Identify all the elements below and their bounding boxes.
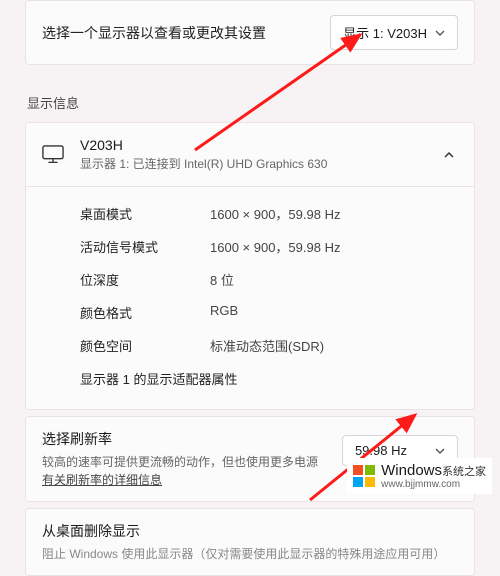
prop-value: RGB	[210, 303, 238, 322]
watermark-brand: Windows	[381, 462, 442, 479]
prop-value: 1600 × 900，59.98 Hz	[210, 204, 340, 223]
display-name: V203H	[80, 137, 424, 153]
prop-label: 活动信号模式	[80, 237, 210, 256]
refresh-rate-info-link[interactable]: 有关刷新率的详细信息	[42, 473, 162, 487]
remove-display-title: 从桌面删除显示	[42, 521, 458, 541]
remove-display-card: 从桌面删除显示 阻止 Windows 使用此显示器（仅对需要使用此显示器的特殊用…	[25, 508, 475, 576]
display-properties: 桌面模式 1600 × 900，59.98 Hz 活动信号模式 1600 × 9…	[26, 187, 474, 409]
prop-row: 颜色空间 标准动态范围(SDR)	[80, 329, 458, 362]
prop-row: 活动信号模式 1600 × 900，59.98 Hz	[80, 230, 458, 263]
watermark: Windows系统之家 www.bjjmmw.com	[347, 458, 492, 494]
display-connection: 显示器 1: 已连接到 Intel(R) UHD Graphics 630	[80, 155, 424, 172]
collapse-button[interactable]	[440, 146, 458, 164]
display-selector-dropdown[interactable]: 显示 1: V203H	[330, 15, 458, 50]
remove-display-desc: 阻止 Windows 使用此显示器（仅对需要使用此显示器的特殊用途应用可用）	[42, 545, 458, 563]
display-selector-label: 选择一个显示器以查看或更改其设置	[42, 23, 266, 43]
chevron-down-icon	[435, 446, 445, 456]
refresh-rate-value: 59.98 Hz	[355, 443, 407, 458]
monitor-icon	[42, 145, 64, 165]
display-selector-value: 显示 1: V203H	[343, 23, 427, 42]
adapter-properties-link[interactable]: 显示器 1 的显示适配器属性	[80, 362, 458, 395]
prop-label: 桌面模式	[80, 204, 210, 223]
section-title-display-info: 显示信息	[27, 93, 473, 112]
refresh-rate-desc: 较高的速率可提供更流畅的动作，但也使用更多电源 有关刷新率的详细信息	[42, 453, 328, 489]
prop-value: 8 位	[210, 270, 234, 289]
watermark-url: www.bjjmmw.com	[381, 479, 486, 490]
prop-label: 位深度	[80, 270, 210, 289]
prop-label: 颜色空间	[80, 336, 210, 355]
prop-row: 桌面模式 1600 × 900，59.98 Hz	[80, 197, 458, 230]
prop-value: 标准动态范围(SDR)	[210, 336, 324, 355]
display-info-card: V203H 显示器 1: 已连接到 Intel(R) UHD Graphics …	[25, 122, 475, 410]
prop-label: 颜色格式	[80, 303, 210, 322]
windows-logo-icon	[353, 465, 375, 487]
prop-row: 颜色格式 RGB	[80, 296, 458, 329]
chevron-down-icon	[435, 28, 445, 38]
display-selector-row: 选择一个显示器以查看或更改其设置 显示 1: V203H	[25, 0, 475, 65]
watermark-tagline: 系统之家	[442, 466, 486, 478]
display-info-header[interactable]: V203H 显示器 1: 已连接到 Intel(R) UHD Graphics …	[26, 123, 474, 186]
prop-value: 1600 × 900，59.98 Hz	[210, 237, 340, 256]
refresh-rate-title: 选择刷新率	[42, 429, 328, 449]
prop-row: 位深度 8 位	[80, 263, 458, 296]
